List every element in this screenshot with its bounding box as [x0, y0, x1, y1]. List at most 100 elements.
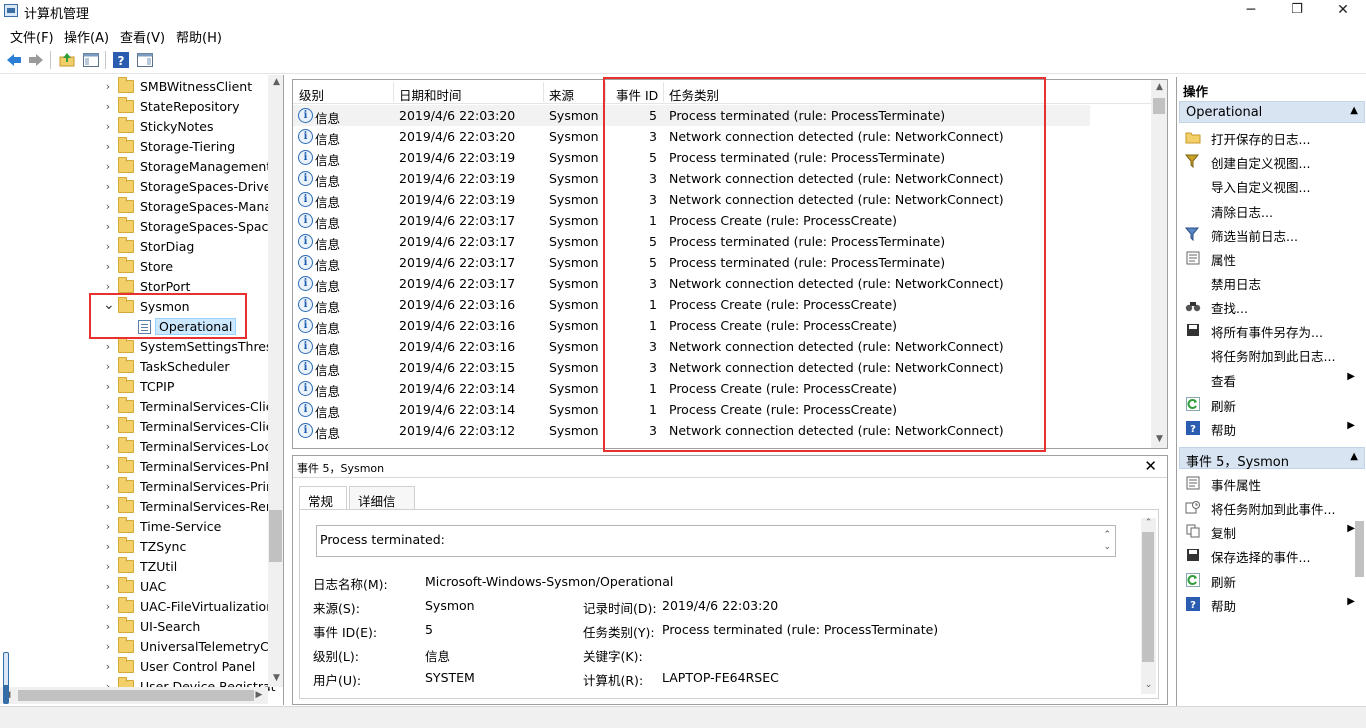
scroll-down-arrow-icon[interactable]: ⌄ — [1140, 680, 1157, 690]
logged-value[interactable]: 2019/4/6 22:03:20 — [662, 598, 778, 613]
collapsed-chevron-icon[interactable]: › — [103, 580, 113, 593]
tree-item[interactable]: › Store — [0, 257, 268, 277]
collapsed-chevron-icon[interactable]: › — [103, 600, 113, 613]
tab-details[interactable]: 详细信息 — [349, 486, 415, 528]
action-item[interactable]: 筛选当前日志... — [1179, 222, 1363, 246]
table-row-partial[interactable] — [293, 441, 1153, 448]
up-folder-icon[interactable] — [58, 51, 76, 69]
table-row[interactable]: i 信息 2019/4/6 22:03:12 Sysmon 3 Network conne… — [293, 420, 1153, 441]
show-hide-tree-icon[interactable] — [82, 51, 100, 69]
collapsed-chevron-icon[interactable]: › — [103, 340, 113, 353]
action-item[interactable]: ? 帮助 ▶ — [1179, 416, 1363, 440]
collapsed-chevron-icon[interactable]: › — [103, 640, 113, 653]
collapsed-chevron-icon[interactable]: › — [103, 360, 113, 373]
table-row[interactable]: i 信息 2019/4/6 22:03:14 Sysmon 1 Process Creat… — [293, 378, 1153, 399]
collapsed-chevron-icon[interactable]: › — [103, 180, 113, 193]
action-item[interactable]: 复制 ▶ — [1179, 519, 1363, 543]
collapsed-chevron-icon[interactable]: › — [103, 660, 113, 673]
detail-scrollbar[interactable]: ⌃ ⌄ — [1141, 518, 1156, 694]
column-event-id[interactable]: 事件 ID — [616, 85, 658, 104]
tree-item[interactable]: › TerminalServices-Print — [0, 477, 279, 497]
tree-item[interactable]: › TZUtil — [0, 557, 268, 577]
tree-item[interactable]: › UniversalTelemetryCli — [0, 637, 276, 657]
scroll-up-arrow-icon[interactable]: ▲ — [1151, 82, 1167, 92]
table-row[interactable]: i 信息 2019/4/6 22:03:19 Sysmon 3 Network conne… — [293, 189, 1153, 210]
tree-vertical-scrollbar[interactable]: ▲ ▼ — [268, 75, 283, 687]
collapse-arrow-icon[interactable]: ▲ — [1350, 105, 1358, 116]
table-row[interactable]: i 信息 2019/4/6 22:03:17 Sysmon 3 Network conne… — [293, 273, 1153, 294]
tree-item[interactable]: › TerminalServices-PnPI — [0, 457, 277, 477]
actions-section-operational[interactable]: Operational ▲ — [1179, 101, 1365, 123]
collapsed-chevron-icon[interactable]: › — [103, 620, 113, 633]
menu-action[interactable]: 操作(A) — [64, 27, 109, 46]
table-row[interactable]: i 信息 2019/4/6 22:03:19 Sysmon 3 Network conne… — [293, 168, 1153, 189]
table-row[interactable]: i 信息 2019/4/6 22:03:17 Sysmon 1 Process Creat… — [293, 210, 1153, 231]
collapsed-chevron-icon[interactable]: › — [103, 520, 113, 533]
menu-file[interactable]: 文件(F) — [10, 27, 54, 46]
scroll-up-arrow-icon[interactable]: ▲ — [268, 77, 283, 87]
table-row[interactable]: i 信息 2019/4/6 22:03:16 Sysmon 1 Process Creat… — [293, 315, 1153, 336]
table-row[interactable]: i 信息 2019/4/6 22:03:20 Sysmon 3 Network conne… — [293, 126, 1153, 147]
user-value[interactable]: SYSTEM — [425, 670, 475, 685]
event-list-scrollbar[interactable]: ▲ ▼ — [1151, 80, 1167, 448]
tree-item[interactable]: › Storage-Tiering — [0, 137, 268, 157]
tree-item[interactable]: › TCPIP — [0, 377, 268, 397]
action-item[interactable]: 查找... — [1179, 294, 1363, 318]
table-row[interactable]: i 信息 2019/4/6 22:03:17 Sysmon 5 Process termi… — [293, 252, 1153, 273]
action-item[interactable]: 将所有事件另存为... — [1179, 318, 1363, 342]
tree-item[interactable]: › UAC — [0, 577, 268, 597]
tree-item[interactable]: › TerminalServices-Clier — [0, 397, 279, 417]
task-category-value[interactable]: Process terminated (rule: ProcessTermina… — [662, 622, 938, 637]
table-row[interactable]: i 信息 2019/4/6 22:03:16 Sysmon 1 Process Creat… — [293, 294, 1153, 315]
edge-scroll-thumb[interactable] — [1355, 521, 1364, 577]
tree-item[interactable]: › UAC-FileVirtualization — [0, 597, 274, 617]
collapsed-chevron-icon[interactable]: › — [103, 540, 113, 553]
tree-item[interactable]: › StorageSpaces-Mana — [0, 197, 272, 217]
table-row[interactable]: i 信息 2019/4/6 22:03:19 Sysmon 5 Process termi… — [293, 147, 1153, 168]
table-row[interactable]: i 信息 2019/4/6 22:03:16 Sysmon 3 Network conne… — [293, 336, 1153, 357]
action-item[interactable]: 属性 — [1179, 246, 1363, 270]
action-item[interactable]: 将任务附加到此事件... — [1179, 495, 1363, 519]
event-list[interactable]: 级别 日期和时间 来源 事件 ID 任务类别 i 信息 2019/4/6 22:03… — [292, 79, 1168, 449]
tree-item[interactable]: › StorageSpaces-Driver — [0, 177, 277, 197]
action-item[interactable]: 将任务附加到此日志... — [1179, 342, 1363, 366]
tree-item[interactable]: › UI-Search — [0, 617, 268, 637]
tree-item[interactable]: › StorageManagement — [0, 157, 271, 177]
collapsed-chevron-icon[interactable]: › — [103, 400, 113, 413]
collapsed-chevron-icon[interactable]: › — [103, 480, 113, 493]
navigation-tree[interactable]: › SMBWitnessClient › StateRepository › Sticky… — [0, 75, 284, 705]
column-divider[interactable] — [393, 82, 394, 102]
minimize-button[interactable]: ─ — [1228, 0, 1274, 22]
tree-item[interactable]: › StateRepository — [0, 97, 268, 117]
help-icon[interactable]: ? — [112, 51, 130, 69]
collapsed-chevron-icon[interactable]: › — [103, 140, 113, 153]
scroll-down-arrow-icon[interactable]: ▼ — [268, 673, 283, 683]
scroll-up-arrow-icon[interactable]: ⌃ — [1140, 518, 1157, 528]
action-item[interactable]: 创建自定义视图... — [1179, 149, 1363, 173]
action-item[interactable]: 导入自定义视图... — [1179, 173, 1363, 197]
tree-item[interactable]: › SMBWitnessClient — [0, 77, 268, 97]
tab-general[interactable]: 常规 — [299, 486, 347, 510]
event-list-scroll-thumb[interactable] — [1153, 98, 1165, 114]
action-item[interactable]: 保存选择的事件... — [1179, 543, 1363, 567]
collapsed-chevron-icon[interactable]: › — [103, 500, 113, 513]
actions-section-event[interactable]: 事件 5，Sysmon ▲ — [1179, 447, 1365, 470]
table-row[interactable]: i 信息 2019/4/6 22:03:20 Sysmon 5 Process termi… — [293, 105, 1090, 126]
tree-item[interactable]: › User Control Panel — [0, 657, 268, 677]
column-divider[interactable] — [663, 82, 664, 102]
show-hide-action-pane-icon[interactable] — [136, 51, 154, 69]
collapsed-chevron-icon[interactable]: › — [103, 280, 113, 293]
expanded-chevron-icon[interactable]: ⌄ — [103, 297, 115, 313]
tree-item[interactable]: › TerminalServices-Rem — [0, 497, 278, 517]
tree-item[interactable]: › StorageSpaces-Space — [0, 217, 276, 237]
maximize-button[interactable]: ❐ — [1274, 0, 1320, 22]
column-source[interactable]: 来源 — [549, 85, 574, 104]
collapsed-chevron-icon[interactable]: › — [103, 460, 113, 473]
action-item[interactable]: 刷新 — [1179, 392, 1363, 416]
back-arrow-icon[interactable] — [5, 51, 23, 69]
action-item[interactable]: 清除日志... — [1179, 198, 1363, 222]
tree-item[interactable]: › StickyNotes — [0, 117, 268, 137]
collapsed-chevron-icon[interactable]: › — [103, 420, 113, 433]
forward-arrow-icon[interactable] — [27, 51, 45, 69]
tree-item[interactable]: › TZSync — [0, 537, 268, 557]
